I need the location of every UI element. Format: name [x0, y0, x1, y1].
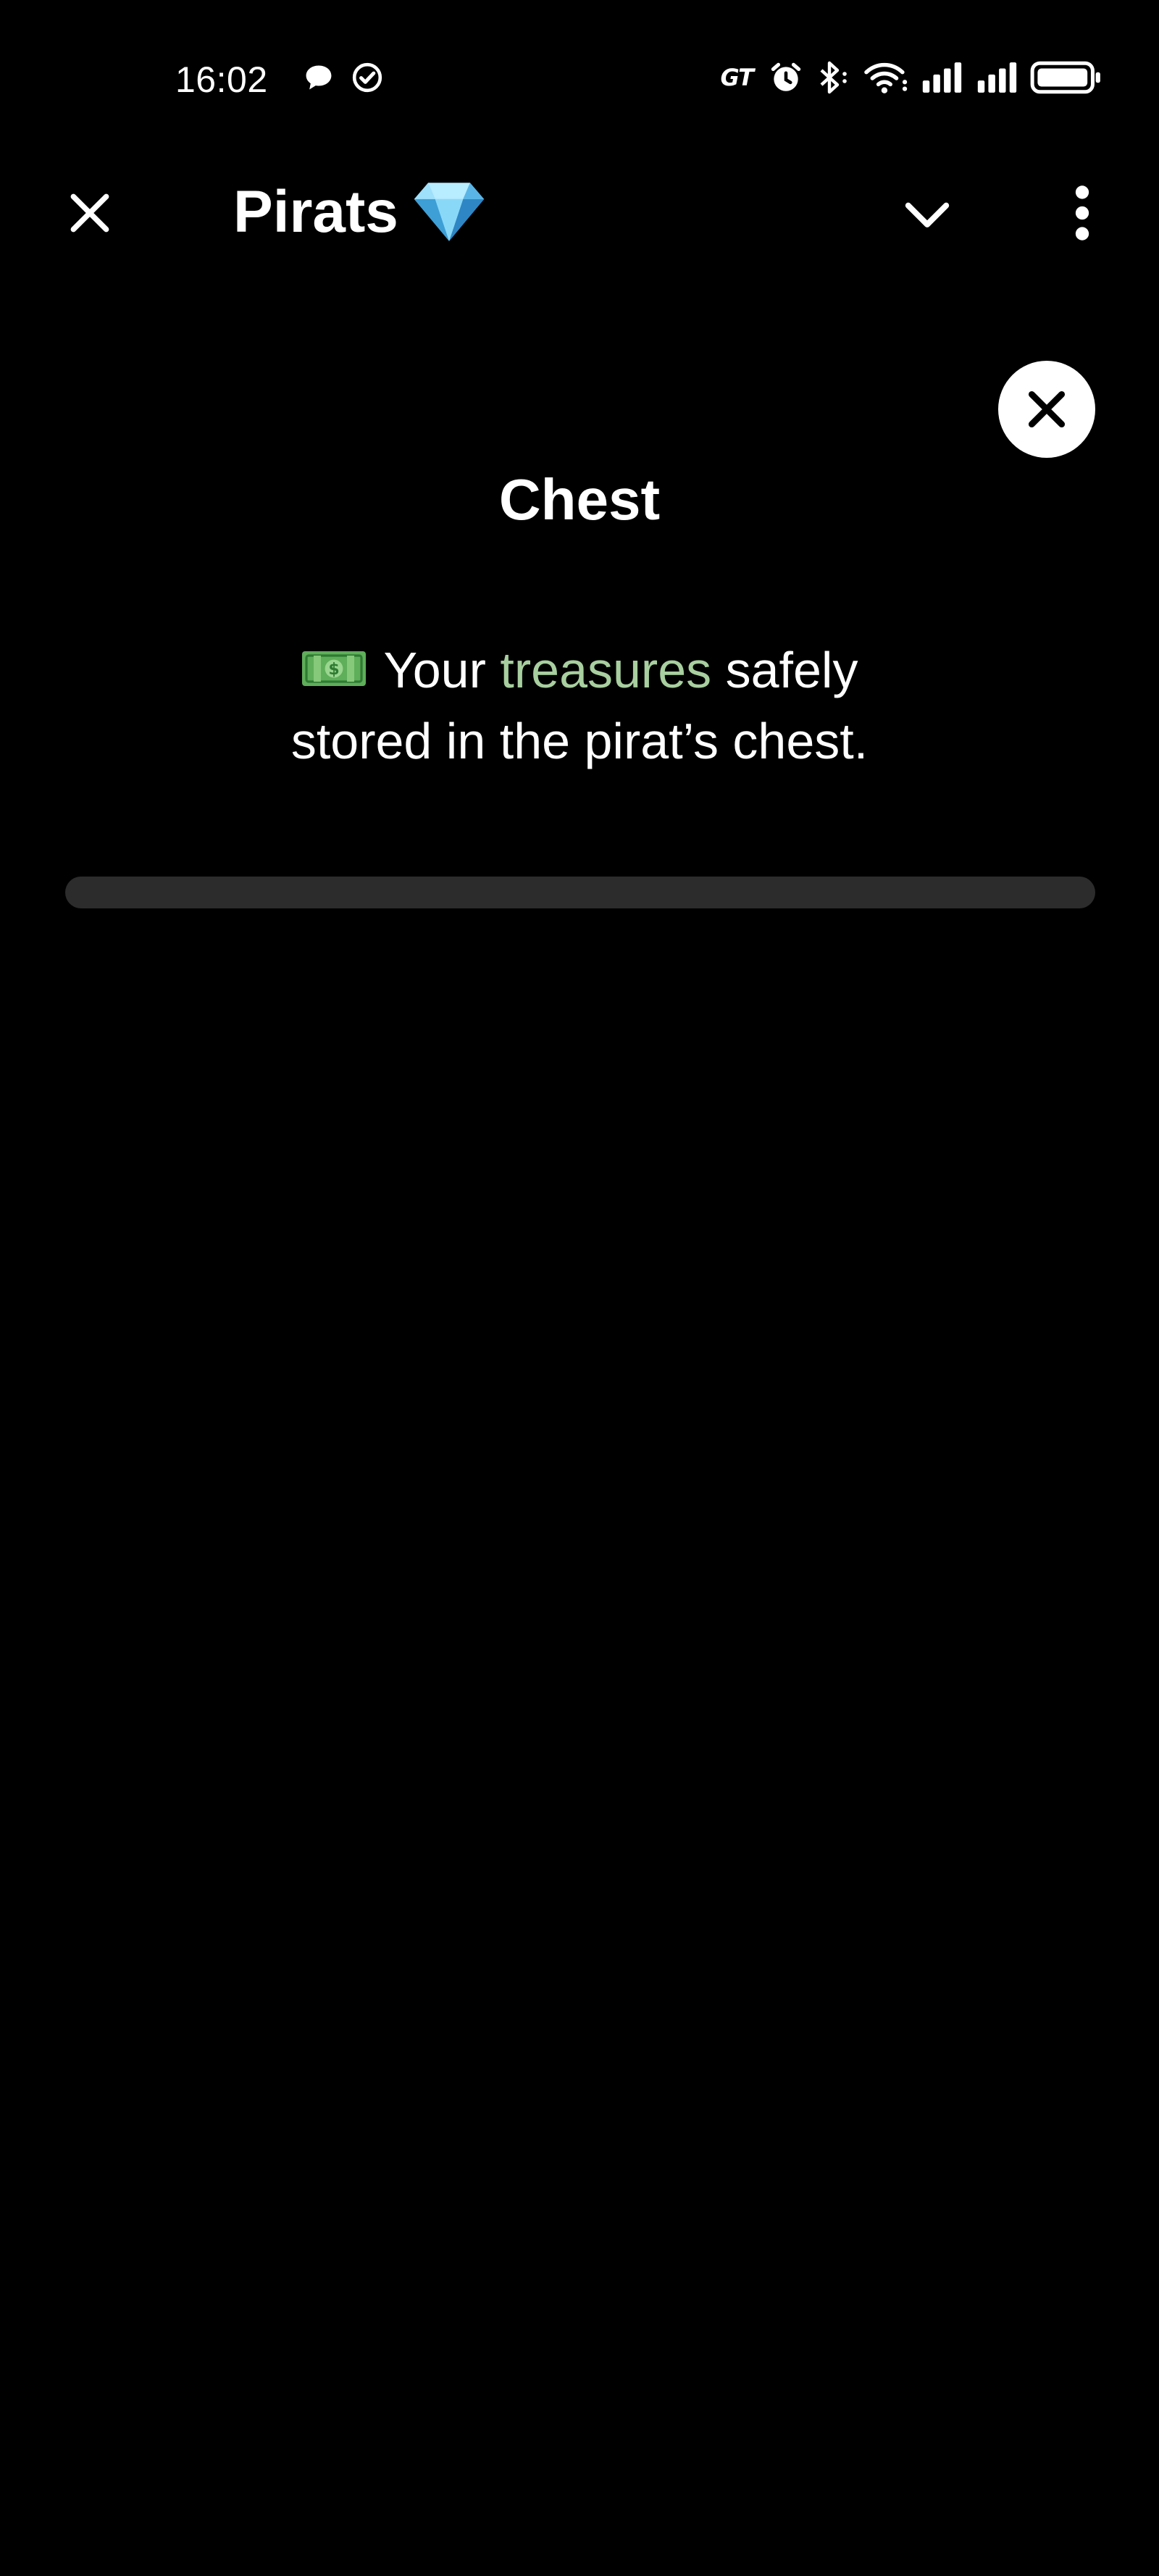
sheet-message: $ Your treasures safely stored in the pi… — [188, 636, 971, 775]
close-button[interactable] — [52, 175, 127, 251]
app-bar: Pirats — [0, 159, 1159, 254]
signal-icon — [975, 61, 1020, 94]
money-icon: $ — [301, 639, 367, 707]
bluetooth-icon — [814, 59, 852, 96]
gt-badge: GT — [720, 64, 754, 91]
chevron-down-icon — [905, 202, 950, 227]
message-highlight: treasures — [500, 642, 712, 698]
alarm-icon — [768, 59, 804, 96]
message-text-part1: Your — [383, 642, 486, 698]
sheet-close-button[interactable] — [998, 361, 1095, 458]
message-text-part2: safely — [725, 642, 858, 698]
svg-text:$: $ — [329, 661, 340, 679]
close-icon — [70, 193, 109, 233]
gem-icon — [411, 178, 487, 247]
sheet-title: Chest — [498, 467, 661, 532]
status-time: 16:02 — [175, 59, 268, 100]
wifi-icon — [862, 59, 910, 96]
check-circle-icon — [351, 61, 384, 94]
collapse-button[interactable] — [890, 177, 965, 252]
chat-bubble-icon — [303, 62, 335, 93]
more-vertical-icon — [1075, 185, 1089, 241]
page-title: Pirats — [233, 179, 398, 245]
message-line-1: $ Your treasures safely — [188, 636, 971, 707]
status-right-icons: GT — [720, 59, 1102, 96]
more-options-button[interactable] — [1046, 175, 1118, 251]
status-left-icons — [303, 61, 384, 94]
progress-bar — [65, 877, 1095, 908]
status-bar: 16:02 GT — [0, 0, 1159, 159]
battery-icon — [1030, 59, 1102, 96]
signal-icon — [920, 61, 965, 94]
close-icon — [1028, 390, 1066, 428]
message-line-2: stored in the pirat’s chest. — [290, 713, 869, 769]
app-title-group: Pirats — [233, 172, 487, 252]
